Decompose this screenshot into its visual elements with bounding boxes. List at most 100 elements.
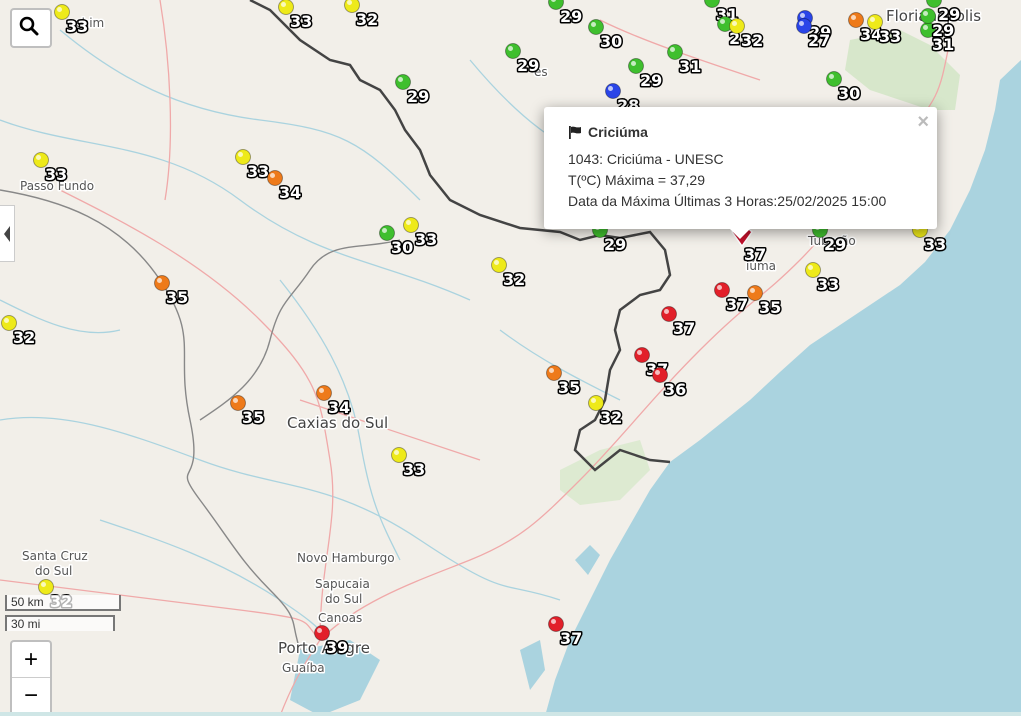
station-temperature-label: 37 [560,629,582,648]
station-dot-highlight [829,74,834,79]
place-label: Porto Alegre [278,639,370,657]
chevron-left-icon [4,225,10,242]
popup-tip [730,229,750,239]
station-dot-highlight [549,368,554,373]
popup-temperature: T(ºC) Máxima = 37,29 [568,172,705,188]
station-popup: × Criciúma 1043: Criciúma - UNESC T(ºC) … [544,107,937,229]
station-dot-highlight [664,309,669,314]
station-dot-highlight [382,228,387,233]
scale-mi: 30 mi [5,615,115,631]
station-dot-highlight [720,19,725,24]
station-dot-highlight [591,22,596,27]
station-temperature-label: 29 [407,87,429,106]
place-label: do Sul [35,564,72,578]
station-dot-highlight [270,173,275,178]
station-dot-highlight [808,265,813,270]
station-dot-highlight [494,260,499,265]
station-dot-highlight [799,21,804,26]
station-dot-highlight [655,370,660,375]
station-temperature-label: 32 [600,408,622,427]
station-temperature-label: 32 [741,31,763,50]
station-dot-highlight [608,86,613,91]
search-icon[interactable] [12,10,46,42]
station-temperature-label: 32 [13,328,35,347]
station-temperature-label: 29 [640,71,662,90]
station-temperature-label: 33 [924,235,946,254]
station-temperature-label: 29 [517,56,539,75]
station-temperature-label: 33 [415,230,437,249]
station-temperature-label: 33 [45,165,67,184]
station-temperature-label: 30 [600,32,622,51]
station-temperature-label: 29 [604,235,626,254]
station-temperature-label: 30 [391,238,413,257]
sidebar-toggle[interactable] [0,205,15,262]
station-temperature-label: 31 [679,57,701,76]
station-temperature-label: 32 [356,10,378,29]
station-dot-highlight [717,285,722,290]
station-temperature-label: 33 [817,275,839,294]
station-temperature-label: 37 [673,319,695,338]
station-dot-highlight [732,21,737,26]
zoom-out-button[interactable]: − [12,678,50,714]
station-temperature-label: 29 [560,7,582,26]
station-dot-highlight [923,25,928,30]
station-dot-highlight [637,350,642,355]
station-dot-highlight [923,11,928,16]
station-dot-highlight [870,17,875,22]
place-label: Guaíba [282,661,325,675]
station-dot-highlight [398,77,403,82]
station-temperature-label: 33 [247,162,269,181]
selected-marker-label: 37 [744,245,766,264]
station-dot-highlight [57,7,62,12]
search-button[interactable] [10,8,52,48]
station-dot-highlight [406,220,411,225]
station-temperature-label: 39 [326,638,348,657]
station-dot-highlight [800,13,805,18]
station-dot-highlight [317,628,322,633]
station-temperature-label: 33 [66,17,88,36]
station-temperature-label: 29 [932,21,954,40]
zoom-in-button[interactable]: + [12,642,50,678]
station-temperature-label: 33 [403,460,425,479]
station-dot-highlight [41,582,46,587]
station-dot-highlight [551,619,556,624]
station-dot-highlight [238,152,243,157]
station-dot-highlight [631,61,636,66]
flag-icon [569,125,581,139]
place-label: Santa Cruz [22,549,88,563]
station-dot-highlight [157,278,162,283]
popup-date: Data da Máxima Últimas 3 Horas:25/02/202… [568,193,887,209]
station-temperature-label: 36 [664,380,686,399]
station-temperature-label: 33 [879,27,901,46]
station-temperature-label: 29 [824,235,846,254]
station-dot-highlight [281,2,286,7]
station-dot-highlight [750,288,755,293]
station-temperature-label: 35 [166,288,188,307]
popup-title: Criciúma [588,124,648,140]
station-temperature-label: 35 [558,378,580,397]
station-dot-highlight [347,0,352,5]
station-dot-highlight [36,155,41,160]
station-temperature-label: 27 [808,31,830,50]
close-icon[interactable]: × [917,111,929,134]
station-dot-highlight [591,398,596,403]
place-label: do Sul [325,592,362,606]
station-temperature-label: 34 [328,398,350,417]
station-dot-highlight [394,450,399,455]
station-dot-highlight [319,388,324,393]
station-temperature-label: 33 [290,12,312,31]
station-temperature-label: 34 [279,183,301,202]
place-label: Sapucaia [315,577,370,591]
scale-km: 50 km [5,595,121,611]
station-temperature-label: 32 [503,270,525,289]
station-temperature-label: 37 [726,295,748,314]
bottom-border [0,712,1021,716]
station-dot-highlight [4,318,9,323]
station-temperature-label: 35 [759,298,781,317]
zoom-control: + − [10,640,52,716]
station-dot-highlight [670,47,675,52]
place-label: Novo Hamburgo [297,551,395,565]
station-dot-highlight [851,15,856,20]
place-label: Canoas [318,611,362,625]
station-temperature-label: 30 [838,84,860,103]
